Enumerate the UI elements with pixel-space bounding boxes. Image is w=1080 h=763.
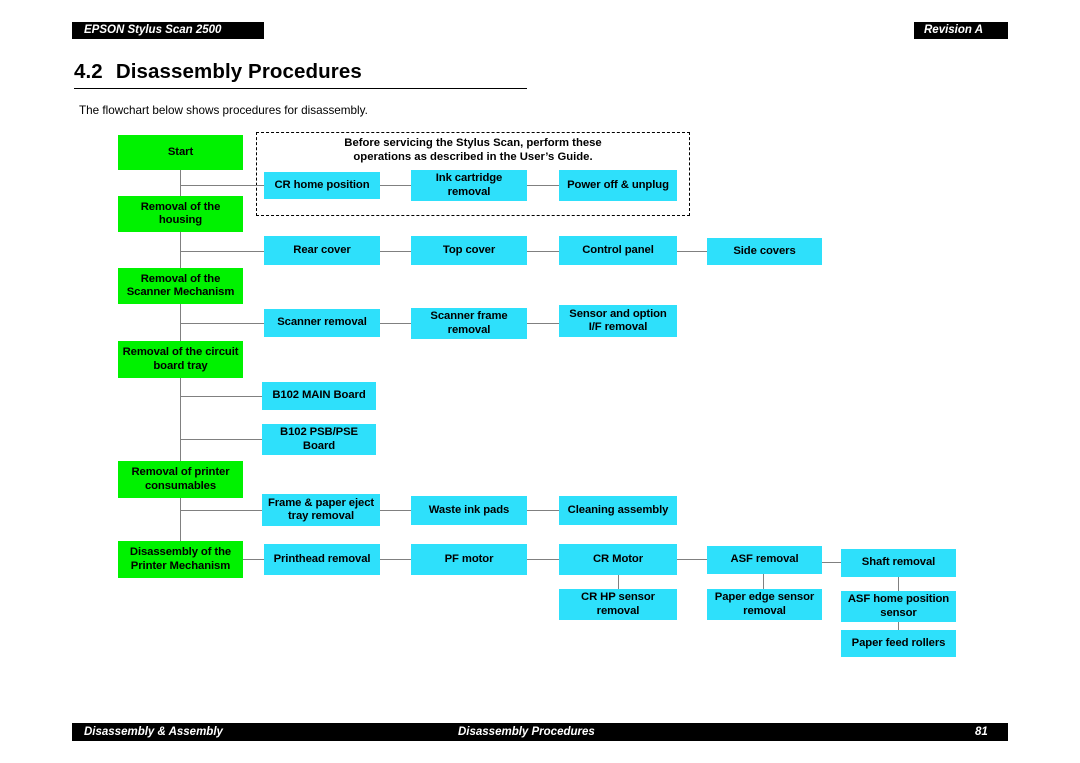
disassembly-flowchart: Before servicing the Stylus Scan, perfor… [0,0,1080,700]
connector-scannerremoval-frame [380,323,411,324]
flow-node-scanner-frame-removal[interactable]: Scanner frame removal [411,308,527,339]
connector-shaft-asfhome [898,577,899,591]
note-line-1: Before servicing the Stylus Scan, perfor… [344,137,602,149]
flow-node-cr-hp-sensor-removal[interactable]: CR HP sensor removal [559,589,677,620]
flow-node-circuit-board-tray[interactable]: Removal of the circuit board tray [118,341,243,378]
connector-main-board-branch [180,396,262,397]
connector-psb-board-branch [180,439,262,440]
footer-chapter-label: Disassembly & Assembly [84,726,223,738]
footer-section-label: Disassembly Procedures [458,726,595,738]
footer-page-number: 81 [975,726,988,738]
flow-node-frame-paper-eject-tray-removal[interactable]: Frame & paper eject tray removal [262,494,380,526]
flow-node-ink-cartridge-removal[interactable]: Ink cartridge removal [411,170,527,201]
connector-topcover-controlpanel [527,251,559,252]
flow-node-start[interactable]: Start [118,135,243,170]
connector-scanner-branch [180,323,264,324]
connector-printhead-pfmotor [380,559,411,560]
flow-node-shaft-removal[interactable]: Shaft removal [841,549,956,577]
connector-controlpanel-sidecovers [677,251,707,252]
connector-consumables-branch [180,510,262,511]
connector-crhome-inkcartridge [380,185,411,186]
flow-node-power-off-unplug[interactable]: Power off & unplug [559,170,677,201]
flow-node-paper-edge-sensor-removal[interactable]: Paper edge sensor removal [707,589,822,620]
connector-mech-printhead [243,559,264,560]
connector-rearcover-topcover [380,251,411,252]
connector-inkcartridge-poweroff [527,185,559,186]
flow-node-b102-psb-pse-board[interactable]: B102 PSB/PSE Board [262,424,376,455]
flow-node-printer-consumables[interactable]: Removal of printer consumables [118,461,243,498]
flow-node-cleaning-assembly[interactable]: Cleaning assembly [559,496,677,525]
flow-node-housing[interactable]: Removal of the housing [118,196,243,232]
flow-node-control-panel[interactable]: Control panel [559,236,677,265]
flow-node-top-cover[interactable]: Top cover [411,236,527,265]
flow-node-side-covers[interactable]: Side covers [707,238,822,265]
connector-pfmotor-crmotor [527,559,559,560]
note-line-2: operations as described in the User’s Gu… [353,151,593,163]
flow-node-asf-home-position-sensor[interactable]: ASF home position sensor [841,591,956,622]
flow-node-pf-motor[interactable]: PF motor [411,544,527,575]
flow-node-sensor-option-if-removal[interactable]: Sensor and option I/F removal [559,305,677,337]
flow-node-paper-feed-rollers[interactable]: Paper feed rollers [841,630,956,657]
connector-frameeject-wasteink [380,510,411,511]
flow-node-printhead-removal[interactable]: Printhead removal [264,544,380,575]
flow-node-asf-removal[interactable]: ASF removal [707,546,822,574]
flow-node-scanner-mechanism[interactable]: Removal of the Scanner Mechanism [118,268,243,304]
connector-wasteink-cleaning [527,510,559,511]
connector-housing-branch [180,185,264,186]
pre-service-note-text: Before servicing the Stylus Scan, perfor… [266,136,680,164]
connector-asf-shaft [822,562,841,563]
flow-node-waste-ink-pads[interactable]: Waste ink pads [411,496,527,525]
flow-node-scanner-removal[interactable]: Scanner removal [264,309,380,337]
flow-node-cr-home-position[interactable]: CR home position [264,172,380,199]
connector-frame-sensorif [527,323,559,324]
connector-crmotor-asf [677,559,707,560]
flow-node-cr-motor[interactable]: CR Motor [559,544,677,575]
flow-node-printer-mechanism[interactable]: Disassembly of the Printer Mechanism [118,541,243,578]
flow-node-rear-cover[interactable]: Rear cover [264,236,380,265]
connector-asf-paperedge [763,574,764,589]
flow-node-b102-main-board[interactable]: B102 MAIN Board [262,382,376,410]
connector-crmotor-crhpsensor [618,574,619,589]
connector-covers-branch [180,251,264,252]
